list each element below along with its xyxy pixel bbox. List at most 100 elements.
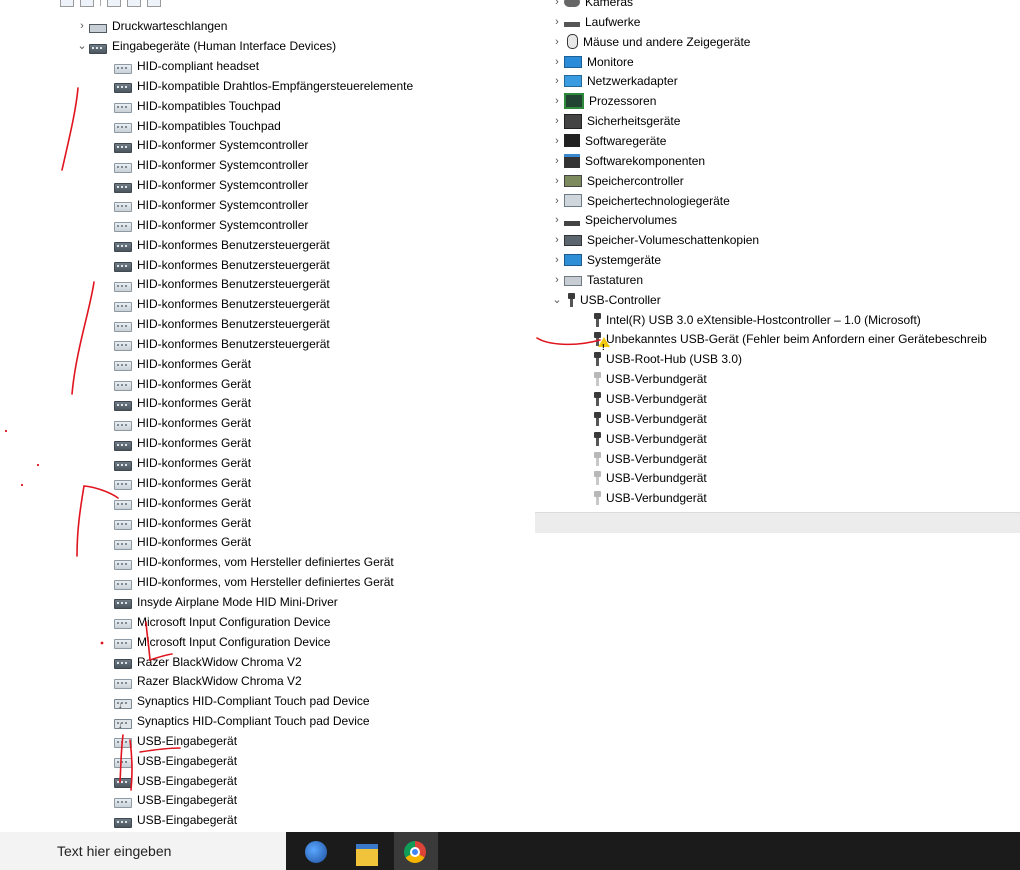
tree-item-label: USB-Verbundgerät: [606, 372, 707, 387]
tree-item[interactable]: Insyde Airplane Mode HID Mini-Driver: [114, 592, 338, 612]
expand-chevron-icon[interactable]: ›: [550, 210, 564, 230]
tree-category[interactable]: › Speichercontroller: [550, 171, 684, 191]
tree-item[interactable]: HID-konformes Benutzersteuergerät: [114, 274, 330, 294]
tree-item[interactable]: HID-kompatible Drahtlos-Empfängersteuere…: [114, 76, 413, 96]
usb-device-item[interactable]: USB-Verbundgerät: [590, 389, 707, 409]
expand-chevron-icon[interactable]: ›: [550, 230, 564, 250]
usb-device-item[interactable]: USB-Root-Hub (USB 3.0): [590, 349, 742, 369]
expand-chevron-icon[interactable]: ›: [550, 0, 564, 12]
expand-chevron-icon[interactable]: ›: [550, 91, 564, 111]
expand-chevron-icon[interactable]: ›: [550, 191, 564, 211]
tree-item[interactable]: HID-konformes Gerät: [114, 413, 251, 433]
tree-item[interactable]: HID-konformer Systemcontroller: [114, 155, 308, 175]
tree-item[interactable]: USB-Eingabegerät: [114, 790, 237, 810]
hid-icon: [114, 639, 132, 650]
tree-item[interactable]: HID-konformes Gerät: [114, 493, 251, 513]
expand-chevron-icon[interactable]: ›: [550, 151, 564, 171]
expand-chevron-icon[interactable]: ›: [550, 131, 564, 151]
tree-item[interactable]: HID-konformes Benutzersteuergerät: [114, 334, 330, 354]
tree-item[interactable]: Microsoft Input Configuration Device: [114, 612, 330, 632]
usb-device-item[interactable]: USB-Verbundgerät: [590, 488, 707, 508]
tree-item[interactable]: HID-kompatibles Touchpad: [114, 116, 281, 136]
tree-item[interactable]: HID-konformes, vom Hersteller definierte…: [114, 572, 394, 592]
expand-chevron-icon[interactable]: ›: [550, 111, 564, 131]
collapse-chevron-icon[interactable]: ⌄: [550, 290, 564, 310]
tree-item[interactable]: USB-Eingabegerät: [114, 751, 237, 771]
tree-item[interactable]: USB-Eingabegerät: [114, 810, 237, 830]
tree-item[interactable]: USB-Eingabegerät: [114, 731, 237, 751]
back-button[interactable]: [60, 0, 74, 7]
tree-item-label: HID-konformes Gerät: [137, 456, 252, 470]
tree-category[interactable]: › Softwarekomponenten: [550, 151, 705, 171]
tree-item[interactable]: HID-konformes Gerät: [114, 532, 251, 552]
expand-chevron-icon[interactable]: ›: [75, 16, 89, 36]
tree-item[interactable]: Razer BlackWidow Chroma V2: [114, 652, 302, 672]
usb-device-item[interactable]: Intel(R) USB 3.0 eXtensible-Hostcontroll…: [590, 310, 921, 330]
tree-item[interactable]: HID-konformes Benutzersteuergerät: [114, 294, 330, 314]
expand-chevron-icon[interactable]: ›: [550, 171, 564, 191]
tree-category[interactable]: › Softwaregeräte: [550, 131, 666, 151]
tree-category-druckwarteschlangen[interactable]: › Druckwarteschlangen: [75, 16, 227, 36]
app-icon[interactable]: [305, 841, 327, 863]
usb-device-item[interactable]: USB-Verbundgerät: [590, 409, 707, 429]
taskbar-search-box[interactable]: Text hier eingeben: [0, 832, 286, 870]
tree-item-label: HID-konformer Systemcontroller: [137, 138, 309, 153]
tree-category[interactable]: › Mäuse und andere Zeigegeräte: [550, 32, 750, 52]
tree-item[interactable]: USB-Eingabegerät: [114, 771, 237, 791]
tree-category[interactable]: › Speicher-Volumeschattenkopien: [550, 230, 759, 250]
tree-item[interactable]: Microsoft Input Configuration Device: [114, 632, 330, 652]
tree-category[interactable]: › Speichertechnologiegeräte: [550, 191, 730, 211]
tree-category[interactable]: › Systemgeräte: [550, 250, 661, 270]
tree-item[interactable]: HID-konformes Gerät: [114, 393, 251, 413]
tree-item[interactable]: HID-konformes Gerät: [114, 374, 251, 394]
tree-item[interactable]: Razer BlackWidow Chroma V2: [114, 671, 302, 691]
tree-item[interactable]: HID-konformes Gerät: [114, 453, 251, 473]
tree-item[interactable]: HID-konformes Benutzersteuergerät: [114, 314, 330, 334]
tree-item-label: HID-konformer Systemcontroller: [137, 197, 309, 212]
usb-device-item[interactable]: USB-Verbundgerät: [590, 449, 707, 469]
expand-chevron-icon[interactable]: ›: [550, 71, 564, 91]
tree-item[interactable]: Synaptics HID-Compliant Touch pad Device: [114, 691, 370, 715]
tree-item[interactable]: HID-konformes Benutzersteuergerät: [114, 235, 330, 255]
tree-item[interactable]: HID-kompatibles Touchpad: [114, 96, 281, 116]
tree-category[interactable]: ⌄ USB-Controller: [550, 290, 661, 310]
tree-category[interactable]: › Prozessoren: [550, 91, 656, 111]
tree-item[interactable]: HID-konformes Gerät: [114, 433, 251, 453]
usb-device-item[interactable]: Unbekanntes USB-Gerät (Fehler beim Anfor…: [590, 329, 987, 358]
tree-item[interactable]: HID-konformer Systemcontroller: [114, 175, 308, 195]
tree-category[interactable]: › Laufwerke: [550, 12, 640, 32]
hid-download-icon: [114, 695, 132, 715]
tree-category[interactable]: › Tastaturen: [550, 270, 643, 290]
tree-item[interactable]: HID-konformes Gerät: [114, 354, 251, 374]
chrome-icon[interactable]: [404, 841, 426, 863]
tree-item[interactable]: HID-konformes, vom Hersteller definierte…: [114, 552, 394, 572]
tree-category[interactable]: › Monitore: [550, 52, 634, 72]
tree-category[interactable]: › Speichervolumes: [550, 210, 677, 230]
usb-device-item[interactable]: USB-Verbundgerät: [590, 429, 707, 449]
expand-chevron-icon[interactable]: ›: [550, 52, 564, 72]
expand-chevron-icon[interactable]: ›: [550, 270, 564, 290]
tree-item[interactable]: HID-konformes Benutzersteuergerät: [114, 255, 330, 275]
scan-button[interactable]: [147, 0, 161, 7]
tree-category-eingabegeraete[interactable]: ⌄ Eingabegeräte (Human Interface Devices): [75, 36, 336, 56]
help-button[interactable]: [127, 0, 141, 7]
tree-category[interactable]: › Sicherheitsgeräte: [550, 111, 680, 131]
tree-category[interactable]: › Netzwerkadapter: [550, 71, 678, 91]
expand-chevron-icon[interactable]: ›: [550, 250, 564, 270]
tree-item[interactable]: HID-compliant headset: [114, 56, 259, 76]
properties-button[interactable]: [107, 0, 121, 7]
expand-chevron-icon[interactable]: ›: [550, 12, 564, 32]
file-explorer-icon[interactable]: [356, 844, 378, 866]
usb-device-item[interactable]: USB-Verbundgerät: [590, 468, 707, 488]
tree-item[interactable]: HID-konformes Gerät: [114, 473, 251, 493]
tree-item[interactable]: HID-konformer Systemcontroller: [114, 135, 308, 155]
collapse-chevron-icon[interactable]: ⌄: [75, 36, 89, 56]
tree-category[interactable]: › Kameras: [550, 0, 633, 12]
usb-device-item[interactable]: USB-Verbundgerät: [590, 369, 707, 389]
expand-chevron-icon[interactable]: ›: [550, 32, 564, 52]
tree-item[interactable]: HID-konformer Systemcontroller: [114, 215, 308, 235]
tree-item[interactable]: Synaptics HID-Compliant Touch pad Device: [114, 711, 370, 735]
forward-button[interactable]: [80, 0, 94, 7]
tree-item[interactable]: HID-konformer Systemcontroller: [114, 195, 308, 215]
tree-item[interactable]: HID-konformes Gerät: [114, 513, 251, 533]
